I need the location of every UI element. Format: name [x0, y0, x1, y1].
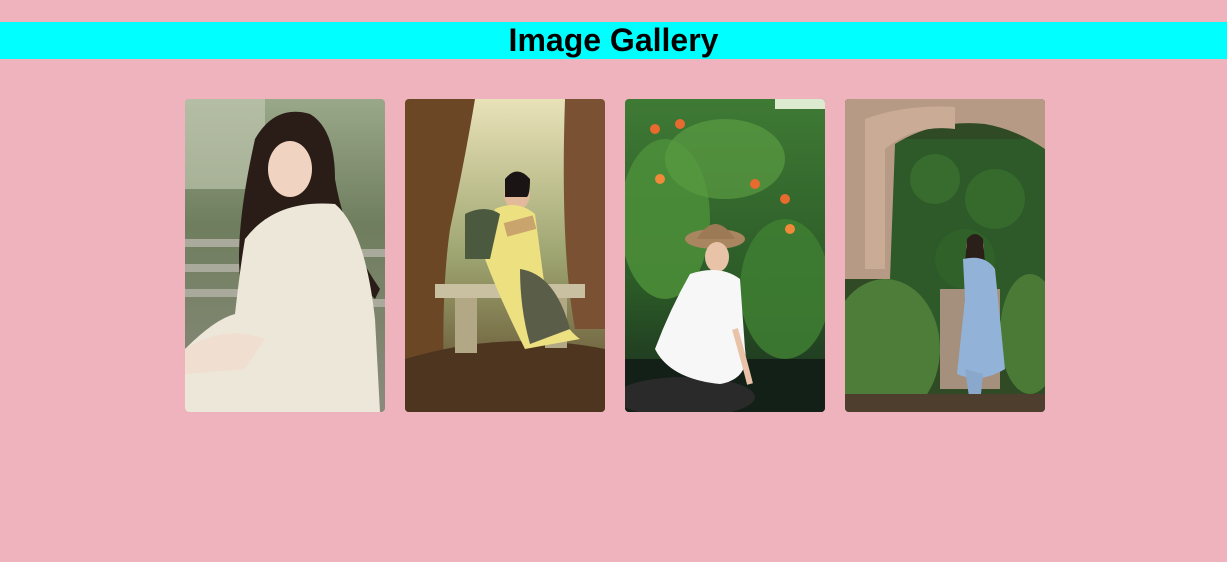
- photo-woman-ruins-archway: [845, 99, 1045, 412]
- page-header: Image Gallery: [0, 22, 1227, 59]
- gallery-image-3[interactable]: [625, 99, 825, 412]
- gallery-image-2[interactable]: [405, 99, 605, 412]
- gallery-image-4[interactable]: [845, 99, 1045, 412]
- photo-woman-reading-bench: [405, 99, 605, 412]
- page-title: Image Gallery: [508, 22, 719, 58]
- gallery-image-1[interactable]: [185, 99, 385, 412]
- photo-woman-hat-pond: [625, 99, 825, 412]
- image-gallery: [185, 99, 1045, 412]
- photo-woman-white-dress-stairs: [185, 99, 385, 412]
